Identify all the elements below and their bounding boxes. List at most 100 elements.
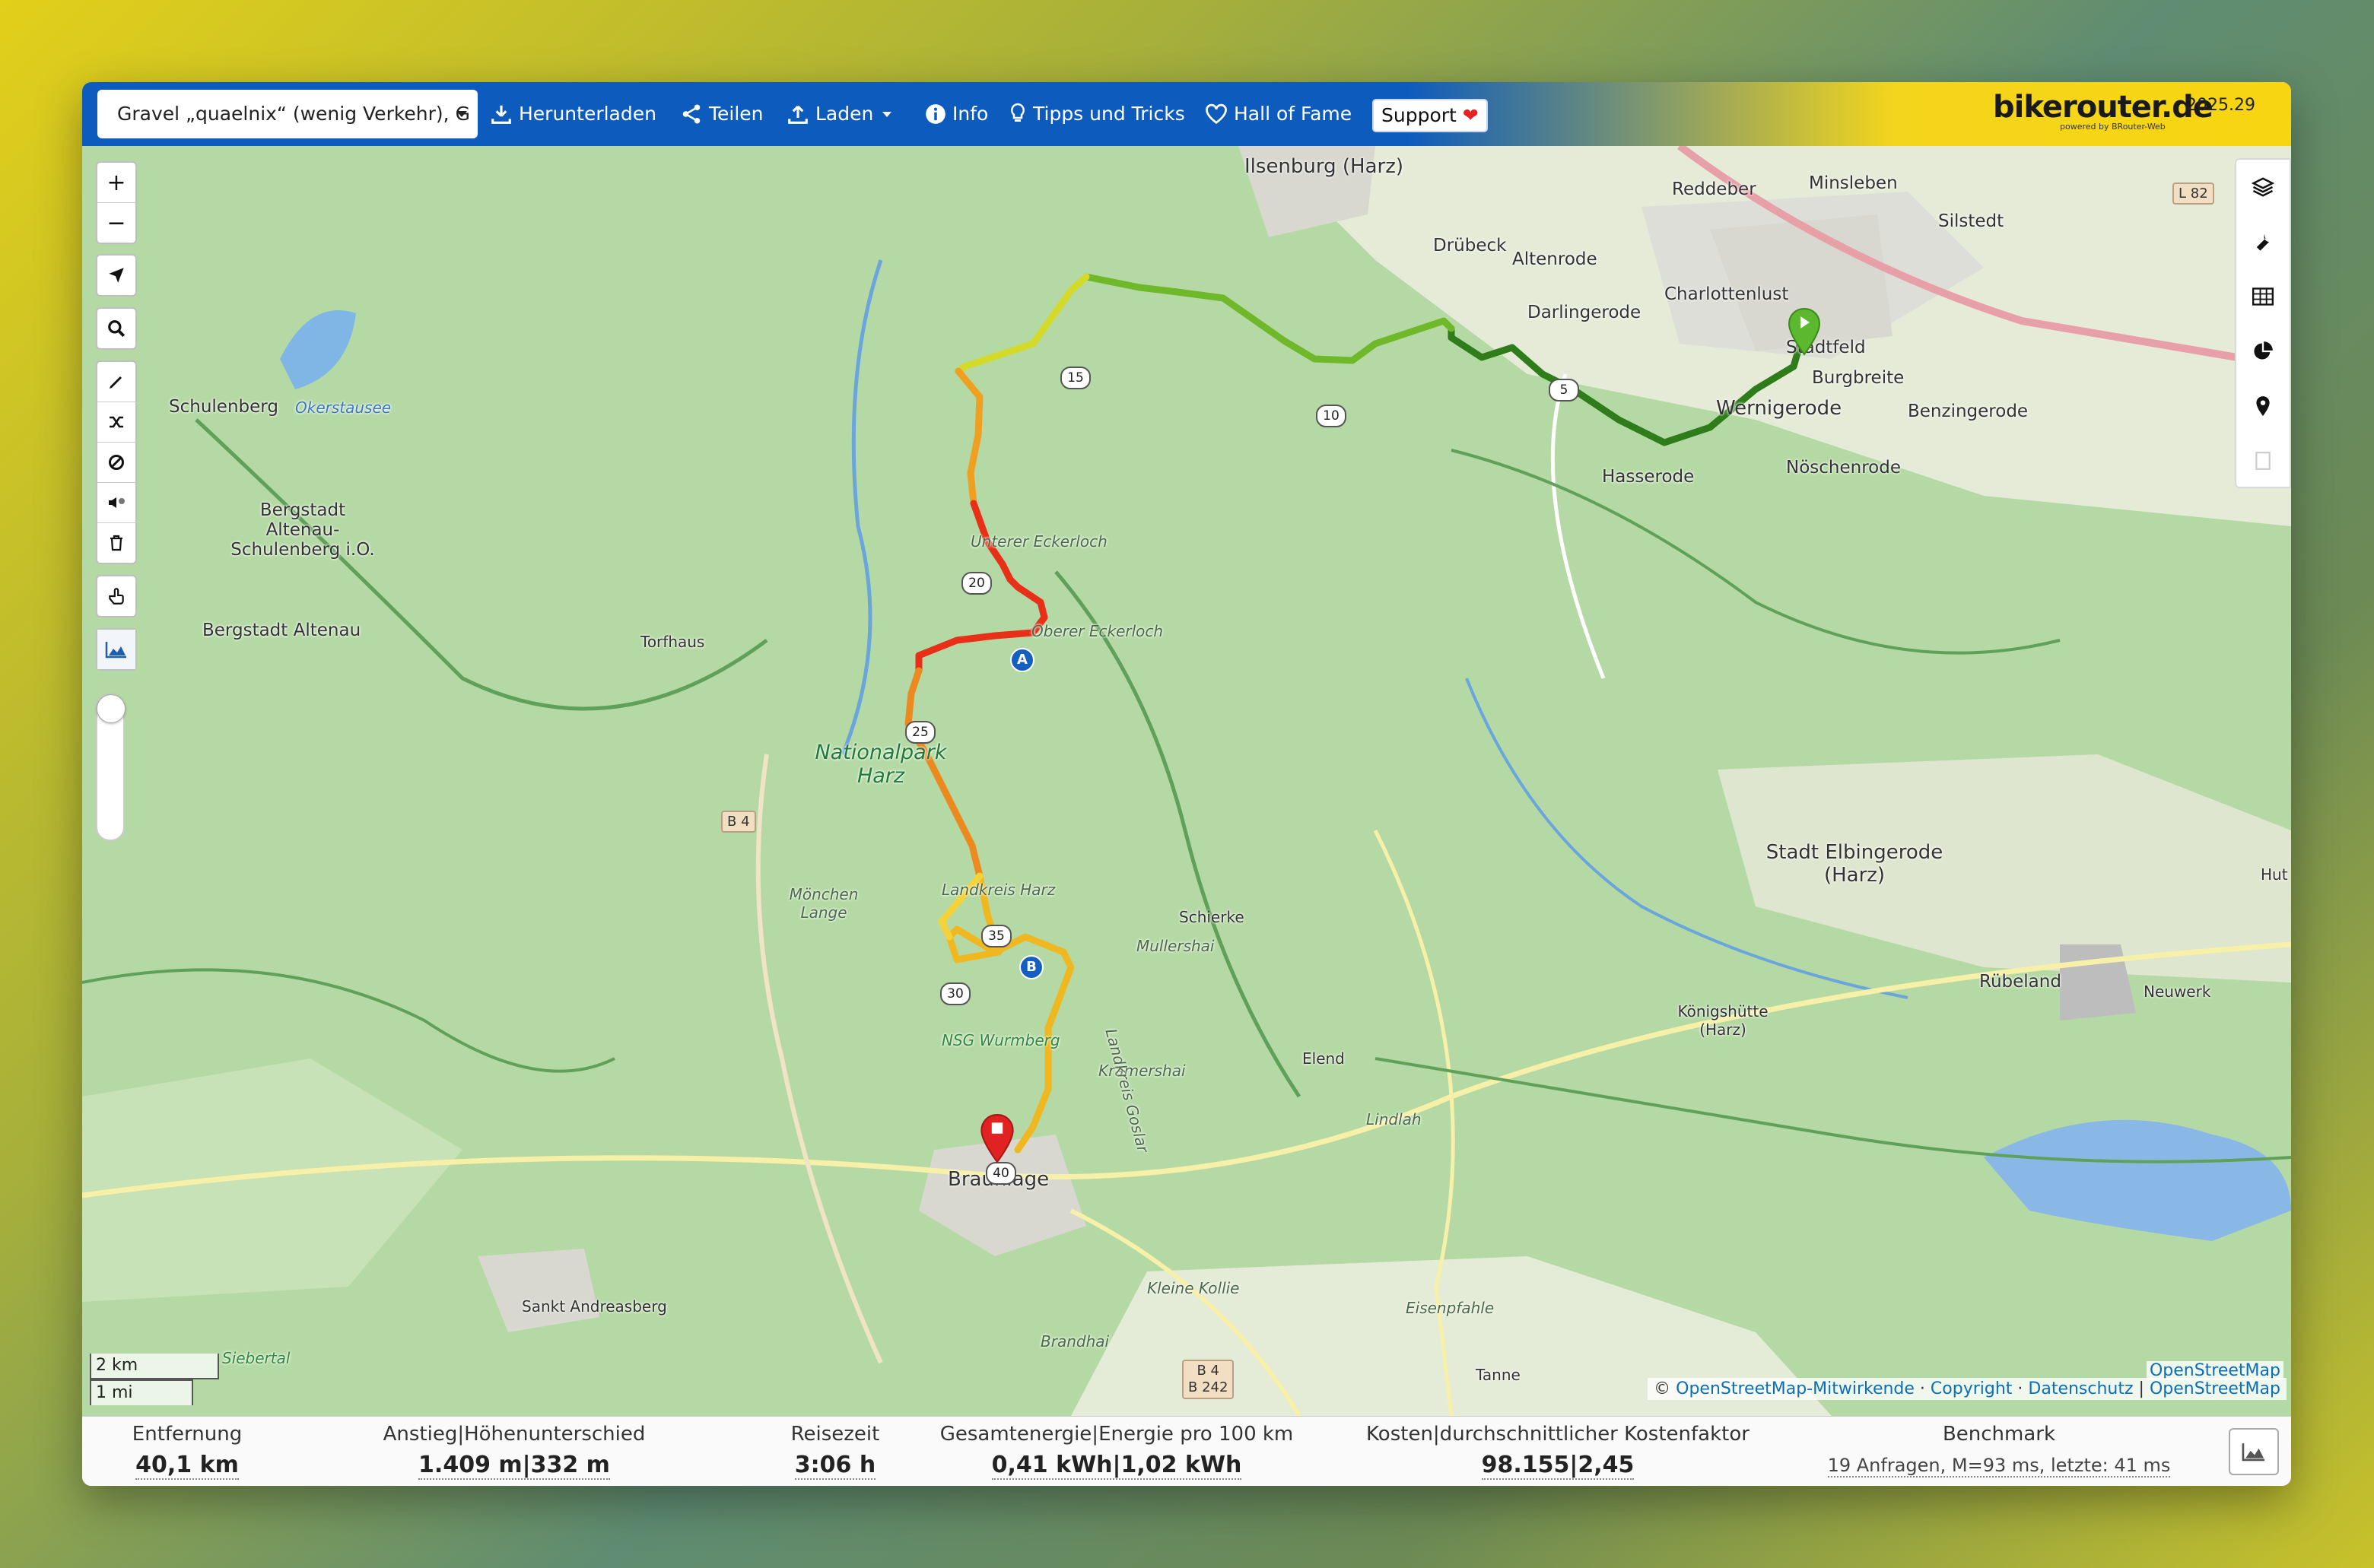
feature-label: NSG Wurmberg bbox=[942, 1031, 1060, 1049]
stat-energy: Gesamtenergie|Energie pro 100 km 0,41 kW… bbox=[919, 1423, 1314, 1480]
hall-of-fame-button[interactable]: Hall of Fame bbox=[1205, 94, 1352, 134]
load-menu-button[interactable]: Laden bbox=[787, 94, 892, 134]
table-button[interactable] bbox=[2236, 269, 2290, 324]
place-label: Tanne bbox=[1476, 1366, 1521, 1384]
place-label: Altenrode bbox=[1512, 249, 1597, 269]
place-label: Charlottenlust bbox=[1664, 284, 1789, 304]
park-label: Nationalpark Harz bbox=[815, 741, 947, 788]
support-button[interactable]: Support ❤ bbox=[1372, 99, 1488, 132]
pointer-hand-button[interactable] bbox=[97, 576, 135, 616]
opacity-slider[interactable] bbox=[96, 694, 126, 841]
delete-route-button[interactable] bbox=[97, 523, 135, 563]
tips-button[interactable]: Tipps und Tricks bbox=[1009, 94, 1185, 134]
pencil-icon bbox=[110, 376, 122, 389]
copyright-link[interactable]: Copyright bbox=[1931, 1379, 2013, 1398]
stat-ascent: Anstieg|Höhenunterschied 1.409 m|332 m bbox=[339, 1423, 689, 1480]
place-label: Minsleben bbox=[1809, 173, 1898, 193]
stat-value: 98.155|2,45 bbox=[1481, 1452, 1635, 1480]
lightbulb-icon bbox=[1011, 103, 1025, 122]
pois-button[interactable] bbox=[2236, 379, 2290, 433]
copyright-symbol: © bbox=[1654, 1379, 1671, 1398]
place-label: Nöschenrode bbox=[1786, 458, 1901, 478]
draw-route-button[interactable] bbox=[97, 362, 135, 402]
load-label: Laden bbox=[815, 103, 874, 125]
info-button[interactable]: Info bbox=[925, 94, 988, 134]
slider-handle[interactable] bbox=[97, 694, 126, 723]
ban-icon bbox=[109, 455, 124, 470]
megaphone-pin-icon bbox=[109, 497, 125, 508]
place-label: Hasserode bbox=[1602, 467, 1695, 487]
search-button[interactable] bbox=[97, 309, 135, 348]
no-go-area-button[interactable] bbox=[97, 443, 135, 483]
brand-subtitle: powered by BRouter-Web bbox=[2060, 122, 2166, 132]
zoom-control: + − bbox=[96, 161, 137, 244]
layers-button[interactable] bbox=[2236, 160, 2290, 214]
elevation-chart-button[interactable] bbox=[2229, 1428, 2279, 1475]
analysis-button[interactable] bbox=[2236, 324, 2290, 379]
osm-contributors-link[interactable]: OpenStreetMap-Mitwirkende bbox=[1676, 1379, 1915, 1398]
chevron-down-icon bbox=[456, 111, 467, 117]
settings-button[interactable] bbox=[2236, 214, 2290, 269]
place-label: Sankt Andreasberg bbox=[522, 1297, 667, 1316]
road-shield: B 4 bbox=[721, 811, 756, 833]
wrench-icon bbox=[2256, 233, 2270, 251]
share-label: Teilen bbox=[709, 103, 764, 125]
upload-icon bbox=[788, 105, 808, 124]
trash-icon bbox=[110, 535, 122, 551]
road-shield-text: B 4 bbox=[1197, 1363, 1219, 1379]
search-control bbox=[96, 307, 137, 350]
tips-label: Tipps und Tricks bbox=[1033, 103, 1185, 125]
stat-value: 0,41 kWh|1,02 kWh bbox=[991, 1452, 1242, 1480]
heart-icon bbox=[1206, 103, 1227, 124]
km-marker: 15 bbox=[1060, 367, 1091, 389]
waypoint-a[interactable]: A bbox=[1010, 648, 1034, 672]
stat-label: Gesamtenergie|Energie pro 100 km bbox=[939, 1423, 1294, 1446]
export-button[interactable] bbox=[2236, 433, 2290, 488]
map-attribution: © OpenStreetMap-Mitwirkende · Copyright … bbox=[1648, 1378, 2287, 1400]
km-marker: 20 bbox=[961, 572, 992, 595]
place-label: Schulenberg bbox=[169, 397, 278, 417]
poi-button[interactable] bbox=[97, 483, 135, 523]
reverse-route-button[interactable] bbox=[97, 402, 135, 443]
app-window: Gravel „quaelnix“ (wenig Verkehr), G Her… bbox=[82, 82, 2291, 1486]
feature-label: Siebertal bbox=[222, 1349, 291, 1367]
zoom-out-button[interactable]: − bbox=[97, 203, 135, 243]
map-canvas[interactable]: Ilsenburg (Harz) Reddeber Minsleben Sils… bbox=[82, 146, 2291, 1416]
place-label: Drübeck bbox=[1433, 236, 1507, 256]
end-marker-icon[interactable] bbox=[978, 1113, 1016, 1163]
chevron-down-icon bbox=[882, 111, 892, 117]
start-marker-icon[interactable] bbox=[1786, 307, 1823, 356]
feature-label: Oberer Eckerloch bbox=[1031, 622, 1164, 640]
brand-logo[interactable]: bikerouter.de bbox=[1993, 90, 2214, 125]
water-label: Okerstausee bbox=[295, 398, 392, 417]
road-shield-text: B 242 bbox=[1188, 1379, 1228, 1395]
stat-label: Anstieg|Höhenunterschied bbox=[383, 1423, 646, 1446]
zoom-in-button[interactable]: + bbox=[97, 163, 135, 203]
locate-button[interactable] bbox=[97, 256, 135, 295]
right-controls bbox=[2235, 158, 2291, 488]
stat-benchmark: Benchmark 19 Anfragen, M=93 ms, letzte: … bbox=[1824, 1423, 2174, 1478]
elevation-toggle-button[interactable] bbox=[97, 630, 135, 669]
road-shield: B 4 B 242 bbox=[1182, 1360, 1235, 1399]
place-label: Ilsenburg (Harz) bbox=[1244, 155, 1404, 178]
privacy-link[interactable]: Datenschutz bbox=[2028, 1379, 2133, 1398]
stat-label: Entfernung bbox=[132, 1423, 243, 1446]
share-button[interactable]: Teilen bbox=[680, 94, 764, 134]
place-label: Burgbreite bbox=[1812, 368, 1905, 388]
stat-label: Benchmark bbox=[1942, 1423, 2056, 1446]
km-marker: 30 bbox=[940, 982, 971, 1005]
stat-distance: Entfernung 40,1 km bbox=[103, 1423, 271, 1480]
download-button[interactable]: Herunterladen bbox=[490, 94, 656, 134]
feature-label: Unterer Eckerloch bbox=[971, 532, 1108, 551]
road-shield: L 82 bbox=[2172, 183, 2214, 205]
place-label: Wernigerode bbox=[1716, 397, 1842, 420]
osm-link[interactable]: OpenStreetMap bbox=[2150, 1379, 2280, 1398]
hall-of-fame-label: Hall of Fame bbox=[1234, 103, 1352, 125]
waypoint-b[interactable]: B bbox=[1019, 955, 1044, 979]
place-label: Bergstadt Altenau-Schulenberg i.O. bbox=[230, 500, 375, 560]
profile-select[interactable]: Gravel „quaelnix“ (wenig Verkehr), G bbox=[97, 90, 478, 138]
document-icon bbox=[2255, 452, 2271, 470]
map-background bbox=[82, 146, 2291, 1416]
download-icon bbox=[491, 105, 511, 124]
feature-label: Mönchen Lange bbox=[789, 885, 859, 922]
